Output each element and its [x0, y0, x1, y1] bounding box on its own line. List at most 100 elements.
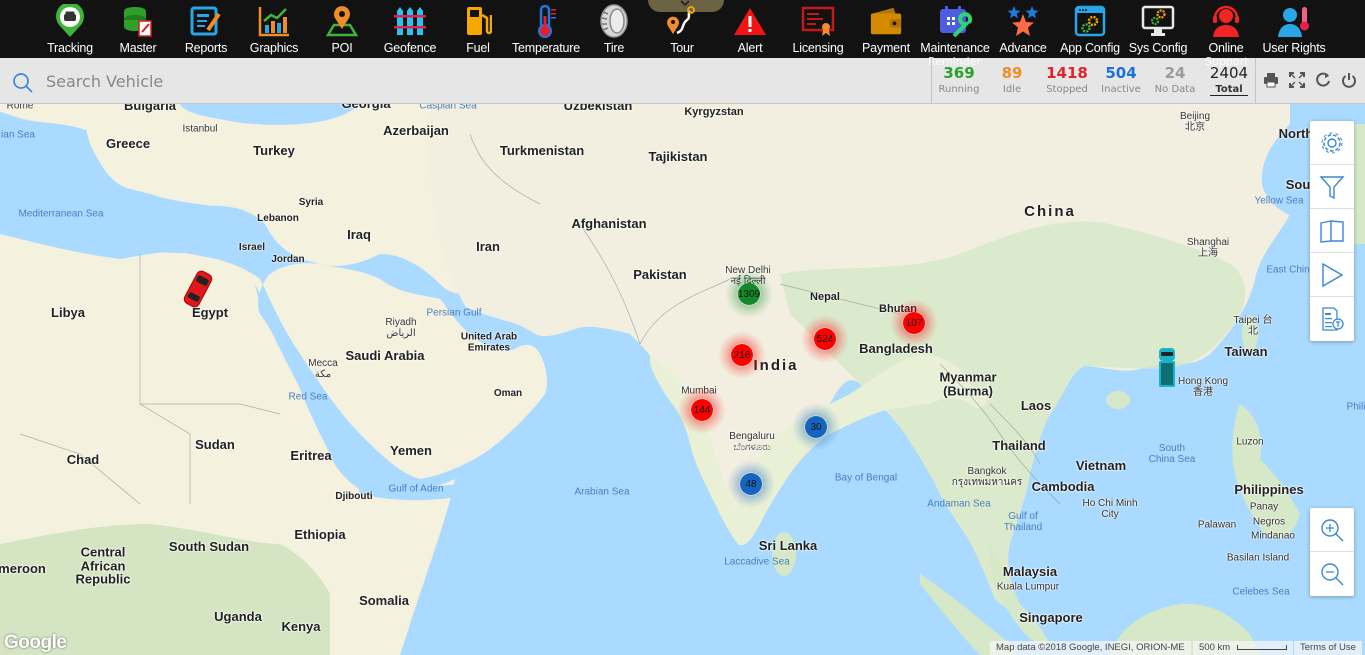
zoom-in-button[interactable]: [1310, 508, 1354, 552]
red-car-icon: [183, 270, 213, 308]
vehicle-marker-car-red[interactable]: [181, 268, 215, 315]
nav-payment[interactable]: Payment: [862, 0, 910, 58]
nav-label: Fuel: [466, 41, 490, 55]
terms-of-use-link[interactable]: Terms of Use: [1294, 641, 1362, 655]
vehicle-cluster-marker[interactable]: 144: [678, 386, 726, 434]
fullscreen-icon: [1289, 72, 1305, 88]
map-label-country: Azerbaijan: [383, 123, 449, 139]
nav-licensing[interactable]: Licensing: [790, 0, 846, 58]
nav-poi[interactable]: POI: [325, 0, 359, 58]
map-canvas[interactable]: Bulgaria Georgia Greece Turkey Azerbaija…: [0, 104, 1365, 655]
stars-icon: [1006, 4, 1040, 38]
nav-label: Maintenance: [920, 41, 990, 55]
map-label-city: Beijing 北京: [1179, 111, 1211, 133]
alert-triangle-icon: [733, 4, 767, 38]
nav-label: Sys Config: [1128, 41, 1188, 55]
nav-label: Graphics: [249, 41, 299, 55]
status-inactive[interactable]: 504 Inactive: [1091, 64, 1151, 95]
nav-label: POI: [331, 41, 353, 55]
map-label-country: Ethiopia: [294, 527, 346, 543]
nav-tire[interactable]: Tire: [598, 0, 630, 58]
nav-app-config[interactable]: App Config: [1057, 0, 1123, 58]
zoom-out-button[interactable]: [1310, 552, 1354, 596]
map-label-country: Laos: [1020, 398, 1052, 414]
map-label-sea: Mediterranean Sea: [18, 208, 104, 220]
zoom-in-icon: [1321, 518, 1344, 541]
vehicle-marker-truck-cyan[interactable]: [1156, 347, 1178, 394]
map-label-city: Taipei 台北: [1233, 315, 1273, 337]
map-label-city: Mecca مكة: [308, 358, 338, 380]
refresh-button[interactable]: [1313, 70, 1333, 90]
google-logo: Google: [4, 632, 67, 653]
vehicle-cluster-marker[interactable]: 107: [890, 299, 938, 347]
nav-label: Temperature: [512, 41, 580, 55]
nav-tour[interactable]: Tour: [664, 0, 700, 58]
nav-maintenance[interactable]: Maintenance: [919, 0, 991, 58]
idle-label: Idle: [1002, 84, 1022, 95]
map-filter-button[interactable]: [1310, 165, 1354, 209]
nav-master[interactable]: Master: [114, 0, 162, 58]
vehicle-cluster-marker[interactable]: 1309: [725, 270, 773, 318]
cluster-count: 48: [740, 473, 762, 495]
nav-user-rights[interactable]: User Rights: [1262, 0, 1326, 58]
vehicle-cluster-marker[interactable]: 216: [718, 331, 766, 379]
nav-reports[interactable]: Reports: [183, 0, 229, 58]
status-total[interactable]: 2404 Total: [1199, 64, 1259, 96]
map-label-country: Kyrgyzstan: [684, 106, 744, 119]
user-thermometer-icon: [1277, 4, 1311, 38]
nav-advance[interactable]: Advance: [997, 0, 1049, 58]
print-icon: [1264, 73, 1278, 88]
status-idle[interactable]: 89 Idle: [982, 64, 1042, 95]
map-label-country: Uganda: [214, 609, 262, 625]
nav-label: Advance: [999, 41, 1047, 55]
database-edit-icon: [121, 4, 155, 38]
nav-graphics[interactable]: Graphics: [250, 0, 298, 58]
nav-online-support[interactable]: Online: [1206, 0, 1246, 58]
nav-label: Alert: [737, 41, 763, 55]
vehicle-cluster-marker[interactable]: 48: [727, 460, 775, 508]
nav-label: Licensing: [792, 41, 844, 55]
map-text-report-button[interactable]: [1310, 297, 1354, 341]
map-scale[interactable]: 500 km: [1193, 641, 1293, 655]
map-label-city: Hong Kong 香港: [1177, 376, 1229, 398]
map-playback-button[interactable]: [1310, 253, 1354, 297]
status-running[interactable]: 369 Running: [929, 64, 989, 95]
nav-geofence[interactable]: Geofence: [382, 0, 438, 58]
map-label-country: Bulgaria: [123, 104, 177, 114]
nav-alert[interactable]: Alert: [733, 0, 767, 58]
nav-label: Tracking: [47, 41, 93, 55]
search-vehicle-input[interactable]: [40, 66, 920, 96]
map-label-country: Chad: [66, 452, 100, 468]
map-label-sea: Gulf of Thailand: [1003, 511, 1043, 533]
map-label-city: Istanbul: [182, 123, 218, 135]
total-label: Total: [1210, 84, 1248, 96]
map-label-country: Djibouti: [335, 490, 373, 502]
calendar-wrench-icon: [938, 4, 972, 38]
nav-temperature[interactable]: Temperature: [510, 0, 582, 58]
map-label-country: Turkmenistan: [499, 143, 585, 159]
map-settings-button[interactable]: [1310, 121, 1354, 165]
map-label-country: Greece: [105, 136, 151, 152]
no-data-count: 24: [1164, 64, 1186, 82]
status-no-data[interactable]: 24 No Data: [1145, 64, 1205, 95]
map-label-country: Pakistan: [633, 267, 687, 283]
vehicle-cluster-marker[interactable]: 30: [792, 403, 840, 451]
map-label-city: Luzon: [1236, 436, 1264, 448]
cluster-count: 30: [805, 416, 827, 438]
cyan-truck-icon: [1159, 348, 1175, 387]
monitor-gears-icon: [1141, 4, 1175, 38]
nav-tracking[interactable]: Tracking: [45, 0, 95, 58]
vehicle-cluster-marker[interactable]: 524: [801, 315, 849, 363]
nav-fuel[interactable]: Fuel: [463, 0, 493, 58]
cluster-count: 107: [903, 312, 925, 334]
logout-button[interactable]: [1339, 70, 1359, 90]
map-attribution: Map data ©2018 Google, INEGI, ORION-ME: [990, 641, 1191, 655]
map-label-country: Yemen: [390, 443, 432, 459]
nav-sys-config[interactable]: Sys Config: [1128, 0, 1188, 58]
fullscreen-button[interactable]: [1287, 70, 1307, 90]
map-layers-button[interactable]: [1310, 209, 1354, 253]
print-button[interactable]: [1261, 70, 1281, 90]
search-icon: [13, 73, 33, 93]
settings-gear-icon: [1321, 132, 1343, 153]
status-stopped[interactable]: 1418 Stopped: [1037, 64, 1097, 95]
